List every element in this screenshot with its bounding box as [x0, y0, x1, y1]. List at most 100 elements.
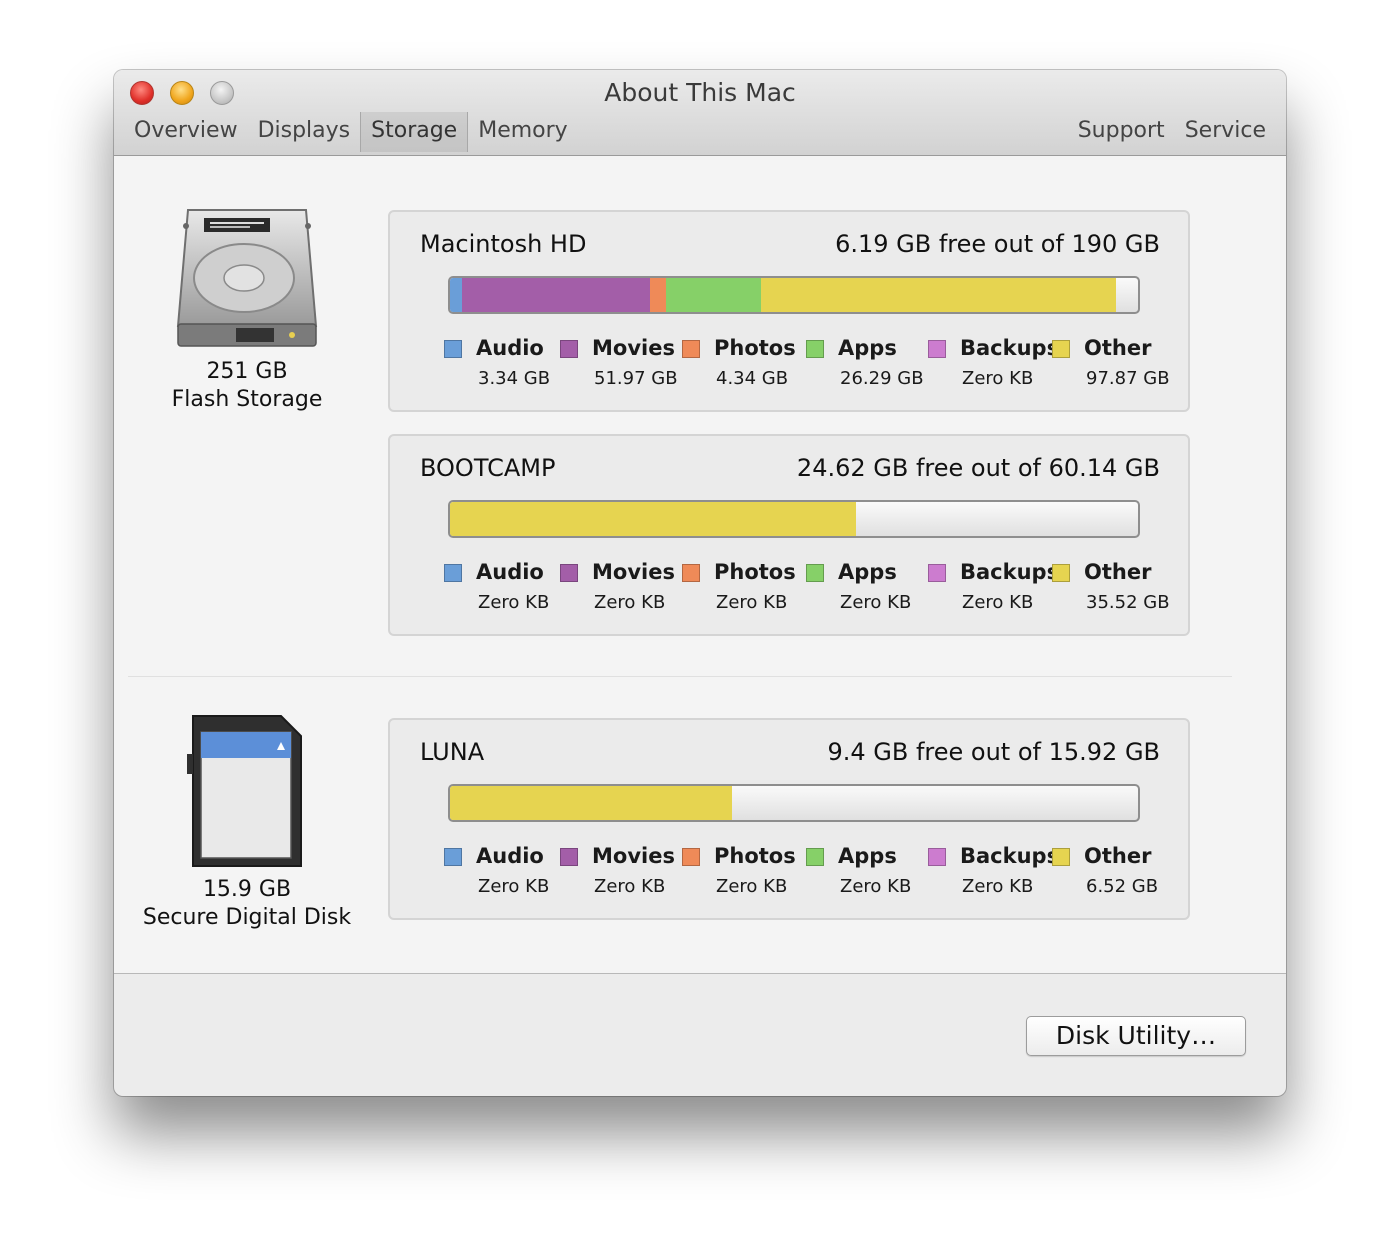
usage-bar [448, 784, 1140, 822]
legend-label: Movies [592, 560, 675, 584]
device-flash-storage: 251 GB Flash Storage [144, 206, 350, 414]
legend-item-other: Other 97.87 GB [1052, 336, 1170, 396]
legend-label: Backups [960, 844, 1060, 868]
service-link[interactable]: Service [1175, 112, 1276, 150]
support-link[interactable]: Support [1068, 112, 1175, 150]
volume-free-space: 24.62 GB free out of 60.14 GB [796, 454, 1160, 482]
sd-card-icon [187, 715, 302, 867]
volume-card-luna: LUNA 9.4 GB free out of 15.92 GB Audio Ze… [388, 718, 1190, 920]
usage-segment-movies [462, 278, 651, 312]
legend-swatch [928, 340, 946, 358]
legend-swatch [444, 564, 462, 582]
legend-swatch [806, 340, 824, 358]
tab-storage[interactable]: Storage [360, 112, 469, 152]
legend-size: 4.34 GB [716, 368, 789, 389]
legend-item-audio: Audio Zero KB [444, 844, 560, 904]
volume-name: LUNA [420, 738, 485, 766]
tab-bar: Overview Displays Storage Memory [124, 112, 578, 152]
disk-utility-button[interactable]: Disk Utility… [1026, 1016, 1246, 1056]
legend-size: Zero KB [716, 876, 788, 897]
legend-swatch [1052, 848, 1070, 866]
usage-bar [448, 500, 1140, 538]
legend-size: Zero KB [716, 592, 788, 613]
legend-size: Zero KB [594, 592, 666, 613]
legend-item-apps: Apps Zero KB [806, 844, 928, 904]
legend-label: Other [1084, 844, 1152, 868]
legend-size: 3.34 GB [478, 368, 551, 389]
legend-item-backups: Backups Zero KB [928, 560, 1059, 620]
legend-item-audio: Audio Zero KB [444, 560, 560, 620]
legend-swatch [806, 848, 824, 866]
legend-swatch [444, 848, 462, 866]
about-this-mac-window: About This Mac Overview Displays Storage… [114, 70, 1286, 1096]
volume-name: Macintosh HD [420, 230, 587, 258]
device-size: 15.9 GB [202, 877, 292, 902]
legend-item-apps: Apps 26.29 GB [806, 336, 928, 396]
volume-card-bootcamp: BOOTCAMP 24.62 GB free out of 60.14 GB A… [388, 434, 1190, 636]
legend-swatch [1052, 564, 1070, 582]
usage-segment-audio [450, 278, 463, 312]
legend-item-photos: Photos Zero KB [682, 844, 806, 904]
tab-memory[interactable]: Memory [468, 112, 577, 152]
legend-item-movies: Movies 51.97 GB [560, 336, 682, 396]
legend-item-backups: Backups Zero KB [928, 336, 1059, 396]
legend-item-movies: Movies Zero KB [560, 560, 682, 620]
volume-free-space: 6.19 GB free out of 190 GB [835, 230, 1160, 258]
legend-label: Audio [476, 560, 544, 584]
section-divider [128, 676, 1232, 677]
legend-item-photos: Photos Zero KB [682, 560, 806, 620]
device-secure-digital-disk: 15.9 GB Secure Digital Disk [134, 714, 360, 932]
legend-size: 26.29 GB [840, 368, 924, 389]
header-links: Support Service [1068, 112, 1276, 150]
usage-segment-other [761, 278, 1116, 312]
legend-swatch [444, 340, 462, 358]
legend-size: 97.87 GB [1086, 368, 1170, 389]
legend-swatch [682, 340, 700, 358]
legend-item-backups: Backups Zero KB [928, 844, 1059, 904]
legend-size: Zero KB [962, 876, 1034, 897]
legend-label: Movies [592, 336, 675, 360]
legend-label: Photos [714, 560, 796, 584]
legend-label: Backups [960, 560, 1060, 584]
legend-label: Backups [960, 336, 1060, 360]
legend-size: 35.52 GB [1086, 592, 1170, 613]
tab-displays[interactable]: Displays [248, 112, 361, 152]
legend-item-apps: Apps Zero KB [806, 560, 928, 620]
legend-label: Audio [476, 336, 544, 360]
tab-overview[interactable]: Overview [124, 112, 248, 152]
legend-label: Apps [838, 560, 897, 584]
legend-size: Zero KB [594, 876, 666, 897]
legend-swatch [560, 564, 578, 582]
legend-size: Zero KB [478, 592, 550, 613]
legend-swatch [806, 564, 824, 582]
legend-size: Zero KB [478, 876, 550, 897]
usage-segment-other [450, 786, 732, 820]
legend-swatch [682, 848, 700, 866]
usage-legend: Audio Zero KB Movies Zero KB Photos Zero KB Ap… [444, 844, 1162, 904]
usage-legend: Audio Zero KB Movies Zero KB Photos Zero KB Ap… [444, 560, 1170, 620]
usage-bar [448, 276, 1140, 314]
legend-label: Apps [838, 336, 897, 360]
legend-label: Photos [714, 336, 796, 360]
legend-size: Zero KB [962, 592, 1034, 613]
legend-swatch [928, 564, 946, 582]
legend-item-movies: Movies Zero KB [560, 844, 682, 904]
hard-drive-icon [176, 209, 318, 347]
legend-size: Zero KB [840, 592, 912, 613]
device-type: Secure Digital Disk [142, 905, 352, 930]
usage-segment-photos [650, 278, 666, 312]
device-size: 251 GB [206, 359, 288, 384]
legend-size: Zero KB [840, 876, 912, 897]
legend-item-audio: Audio 3.34 GB [444, 336, 560, 396]
usage-segment-apps [665, 278, 762, 312]
legend-label: Audio [476, 844, 544, 868]
legend-swatch [560, 848, 578, 866]
volume-card-macintosh-hd: Macintosh HD 6.19 GB free out of 190 GB … [388, 210, 1190, 412]
legend-label: Apps [838, 844, 897, 868]
legend-swatch [928, 848, 946, 866]
volume-free-space: 9.4 GB free out of 15.92 GB [827, 738, 1160, 766]
legend-swatch [560, 340, 578, 358]
device-type: Flash Storage [171, 387, 323, 412]
legend-size: 6.52 GB [1086, 876, 1159, 897]
legend-size: 51.97 GB [594, 368, 678, 389]
